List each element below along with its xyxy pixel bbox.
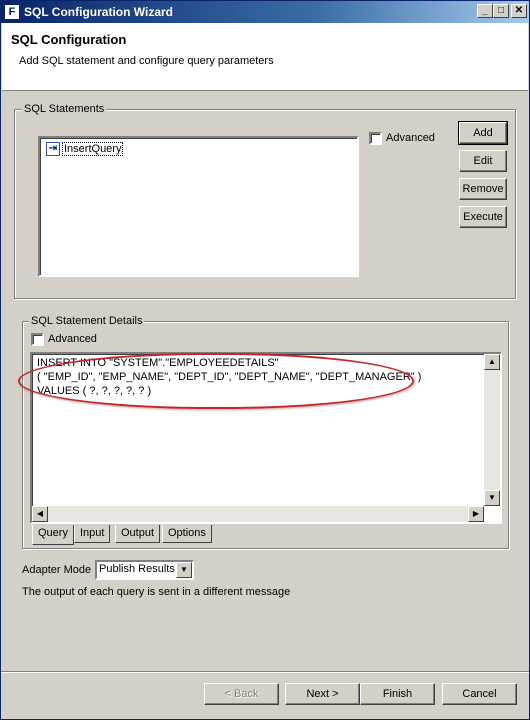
cancel-button[interactable]: Cancel	[442, 683, 517, 705]
advanced-label-details: Advanced	[48, 333, 97, 345]
footer-separator	[1, 671, 529, 673]
back-button[interactable]: < Back	[204, 683, 279, 705]
next-button[interactable]: Next >	[285, 683, 360, 705]
execute-button[interactable]: Execute	[459, 206, 507, 228]
details-label: SQL Statement Details	[29, 315, 145, 327]
adapter-description: The output of each query is sent in a di…	[22, 586, 291, 598]
list-item-label: InsertQuery	[62, 142, 124, 156]
finish-button[interactable]: Finish	[360, 683, 435, 705]
tab-output[interactable]: Output	[115, 525, 161, 543]
statement-list[interactable]: ⇥ InsertQuery	[38, 136, 359, 277]
query-icon: ⇥	[46, 142, 60, 156]
scroll-up-icon[interactable]: ▲	[484, 354, 500, 370]
vertical-scrollbar[interactable]: ▲ ▼	[484, 354, 500, 506]
tab-options[interactable]: Options	[162, 525, 212, 543]
minimize-button[interactable]: _	[477, 4, 493, 18]
scroll-down-icon[interactable]: ▼	[484, 490, 500, 506]
header-panel: SQL Configuration Add SQL statement and …	[2, 23, 528, 91]
page-subtitle: Add SQL statement and configure query pa…	[19, 55, 274, 67]
horizontal-scrollbar[interactable]: ◀ ▶	[32, 506, 484, 522]
scroll-left-icon[interactable]: ◀	[32, 506, 48, 522]
tab-input[interactable]: Input	[74, 525, 111, 543]
advanced-label-top: Advanced	[386, 132, 435, 144]
wizard-window: F SQL Configuration Wizard _ □ ✕ SQL Con…	[0, 0, 530, 720]
maximize-button[interactable]: □	[493, 4, 509, 18]
add-button[interactable]: Add	[458, 121, 508, 145]
close-button[interactable]: ✕	[511, 4, 527, 18]
remove-button[interactable]: Remove	[459, 178, 507, 200]
chevron-down-icon[interactable]: ▼	[176, 562, 192, 578]
tab-query[interactable]: Query	[32, 525, 74, 545]
advanced-checkbox-top[interactable]	[369, 132, 382, 145]
scroll-right-icon[interactable]: ▶	[468, 506, 484, 522]
details-tabbar: Query Input Output Options	[30, 525, 330, 547]
page-title: SQL Configuration	[11, 32, 127, 47]
advanced-checkbox-details[interactable]	[31, 333, 44, 346]
window-title: SQL Configuration Wizard	[24, 5, 173, 19]
edit-button[interactable]: Edit	[459, 150, 507, 172]
title-bar[interactable]: F SQL Configuration Wizard _ □ ✕	[1, 1, 529, 23]
highlight-annotation	[18, 353, 414, 409]
app-icon: F	[4, 4, 20, 20]
adapter-mode-value: Publish Results	[99, 563, 175, 575]
sql-statements-label: SQL Statements	[22, 103, 107, 115]
adapter-mode-select[interactable]: Publish Results ▼	[95, 560, 194, 580]
adapter-mode-label: Adapter Mode	[22, 564, 92, 576]
